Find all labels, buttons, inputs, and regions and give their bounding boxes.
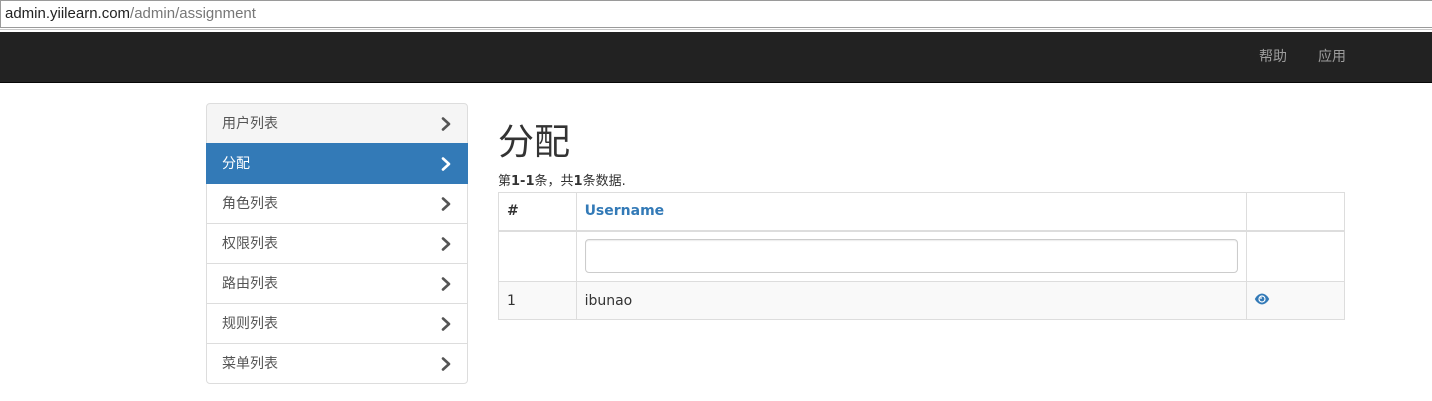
sidebar-item-label: 分配 [222,156,250,172]
url-field[interactable]: admin.yiilearn.com/admin/assignment [0,0,1432,28]
nav-link-help[interactable]: 帮助 [1259,32,1287,83]
filter-cell-username [575,230,1247,282]
nav-link-app[interactable]: 应用 [1318,32,1346,83]
summary-range: 1-1 [511,174,535,189]
summary-suffix: 条数据. [582,174,626,189]
sidebar-item-routes[interactable]: 路由列表 [206,263,468,304]
page-title: 分配 [498,122,571,163]
sidebar-item-label: 规则列表 [222,316,278,332]
username-filter-input[interactable] [584,239,1238,274]
chevron-right-icon [441,117,451,131]
column-header-username[interactable]: Username [575,192,1247,232]
sidebar-item-label: 路由列表 [222,276,278,292]
row-username: ibunao [575,281,1247,320]
sidebar-item-users[interactable]: 用户列表 [206,103,468,144]
grid-summary: 第1-1条，共1条数据. [498,174,626,190]
top-navbar: 帮助 应用 [0,32,1432,83]
chevron-right-icon [441,357,451,371]
chevron-right-icon [441,317,451,331]
sidebar-item-assignment[interactable]: 分配 [206,143,468,184]
sidebar-item-label: 角色列表 [222,196,278,212]
sidebar-item-label: 菜单列表 [222,356,278,372]
sidebar-item-label: 权限列表 [222,236,278,252]
sort-link-username[interactable]: Username [585,203,665,219]
table-row: 1 ibunao [498,281,1346,320]
sidebar-item-menus[interactable]: 菜单列表 [206,343,468,384]
eye-icon[interactable] [1254,293,1270,305]
browser-address-bar: admin.yiilearn.com/admin/assignment [0,0,1432,30]
url-path: /admin/assignment [130,5,256,22]
chevron-right-icon [441,197,451,211]
filter-cell-empty [498,230,577,282]
assignment-table: # Username 1 ibunao [498,192,1346,320]
summary-prefix: 第 [498,174,512,189]
summary-middle: 条，共 [534,174,574,189]
row-actions [1245,281,1346,320]
summary-total: 1 [573,174,583,189]
sidebar-item-roles[interactable]: 角色列表 [206,183,468,224]
sidebar-item-permissions[interactable]: 权限列表 [206,223,468,264]
column-header-number: # [498,192,577,232]
row-number: 1 [498,281,577,320]
chevron-right-icon [441,277,451,291]
sidebar-item-label: 用户列表 [222,116,278,132]
filter-row [498,230,1346,282]
chevron-right-icon [441,157,451,171]
sidebar-item-rules[interactable]: 规则列表 [206,303,468,344]
sidebar-menu: 用户列表 分配 角色列表 权限列表 路由列表 规则列表 菜单列表 [206,103,468,384]
table-header-row: # Username [498,192,1346,232]
filter-cell-empty [1245,230,1346,282]
column-header-actions [1245,192,1346,232]
chevron-right-icon [441,237,451,251]
url-host: admin.yiilearn.com [5,5,131,22]
